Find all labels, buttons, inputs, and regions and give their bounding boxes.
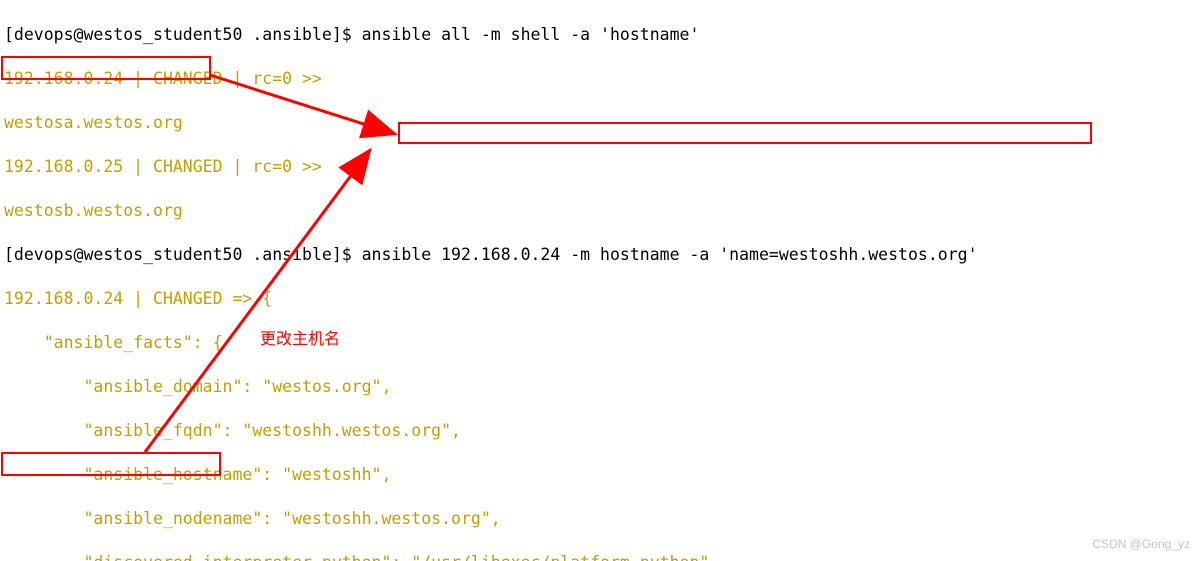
json-output: "ansible_fqdn": "westoshh.westos.org", (4, 420, 1194, 442)
terminal-output: [devops@westos_student50 .ansible]$ ansi… (0, 0, 1198, 561)
json-output: 192.168.0.24 | CHANGED => { (4, 288, 1194, 310)
output-line: 192.168.0.24 | CHANGED | rc=0 >> (4, 68, 1194, 90)
output-hostname: westosa.westos.org (4, 112, 1194, 134)
output-hostname: westosb.westos.org (4, 200, 1194, 222)
prompt: [devops@westos_student50 .ansible]$ (4, 25, 362, 44)
json-output: "discovered_interpreter_python": "/usr/l… (4, 552, 1194, 561)
json-output: "ansible_domain": "westos.org", (4, 376, 1194, 398)
command: ansible all -m shell -a 'hostname' (362, 25, 700, 44)
json-output: "ansible_nodename": "westoshh.westos.org… (4, 508, 1194, 530)
json-output: "ansible_hostname": "westoshh", (4, 464, 1194, 486)
output-line: 192.168.0.25 | CHANGED | rc=0 >> (4, 156, 1194, 178)
json-output: "ansible_facts": { (4, 332, 1194, 354)
command: ansible 192.168.0.24 -m hostname -a 'nam… (362, 245, 978, 264)
prompt: [devops@westos_student50 .ansible]$ (4, 245, 362, 264)
